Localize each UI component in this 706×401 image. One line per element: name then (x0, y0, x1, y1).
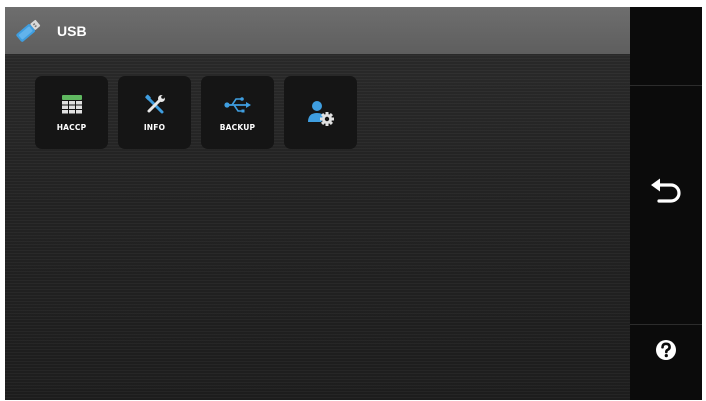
main-panel: USB HACCP INFO BACKUP (5, 7, 630, 400)
usb-stick-icon (13, 16, 43, 46)
info-label: INFO (143, 123, 166, 132)
header-bar: USB (5, 7, 630, 54)
haccp-label: HACCP (56, 123, 87, 132)
back-arrow-icon (649, 177, 683, 210)
info-button[interactable]: INFO (118, 76, 191, 149)
tools-icon (141, 93, 169, 117)
backup-button[interactable]: BACKUP (201, 76, 274, 149)
sidebar-divider (630, 85, 702, 86)
usb-symbol-icon (223, 93, 252, 117)
haccp-table-icon (58, 93, 86, 117)
haccp-button[interactable]: HACCP (35, 76, 108, 149)
back-button[interactable] (630, 157, 702, 229)
usb-screen: USB HACCP INFO BACKUP (5, 7, 702, 400)
tile-grid: HACCP INFO BACKUP (35, 76, 357, 149)
user-settings-button[interactable] (284, 76, 357, 149)
help-icon (655, 339, 677, 366)
page-title: USB (57, 22, 87, 39)
user-settings-icon (307, 100, 335, 126)
right-sidebar (630, 7, 702, 400)
help-button[interactable] (630, 325, 702, 380)
backup-label: BACKUP (219, 123, 256, 132)
